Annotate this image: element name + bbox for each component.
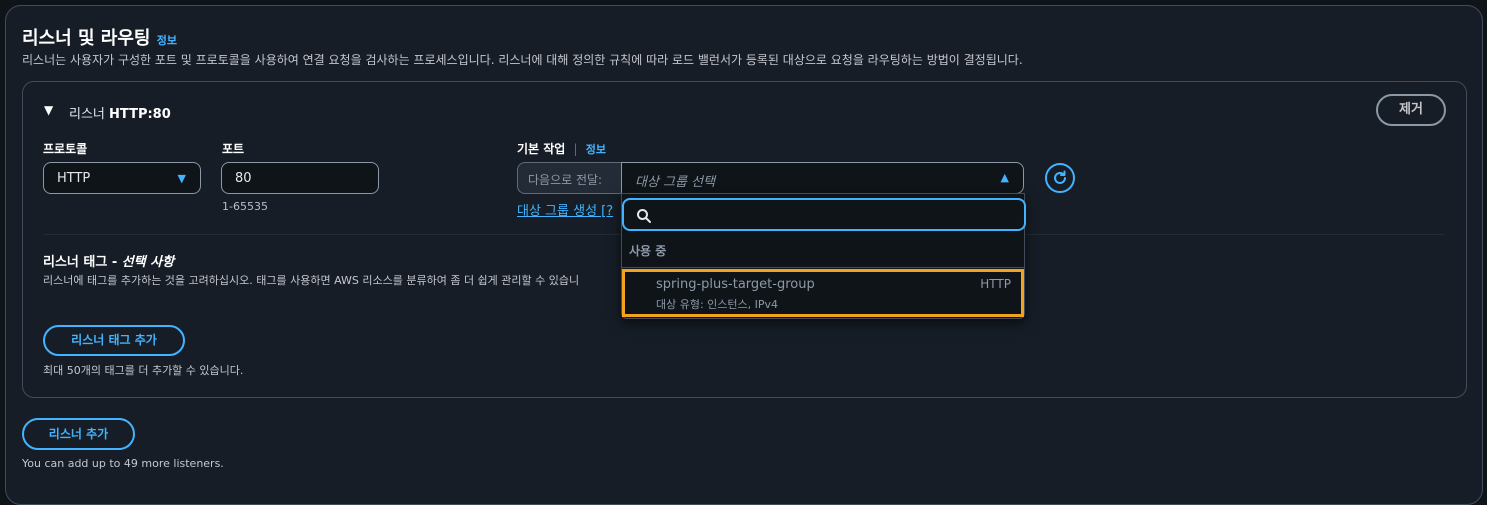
add-listener-button[interactable]: 리스너 추가 [22,418,135,450]
section-info-link[interactable]: 정보 [157,34,177,47]
forward-to-prefix: 다음으로 전달: [517,162,622,194]
refresh-icon [1054,170,1066,184]
forward-to-text: 다음으로 전달: [528,173,603,187]
dropdown-group-label: 사용 중 [629,244,667,258]
tags-title-main: 리스너 태그 - [43,255,122,270]
listener-tags-description: 리스너에 태그를 추가하는 것을 고려하십시오. 태그를 사용하면 AWS 리소… [43,274,580,287]
collapse-caret-icon[interactable]: ▼ [44,103,53,117]
label-separator: | [573,142,578,156]
caret-down-icon: ▼ [177,172,186,185]
target-group-placeholder: 대상 그룹 선택 [635,175,716,190]
port-input[interactable]: 80 [221,162,379,194]
target-group-option[interactable]: spring-plus-target-group 대상 유형: 인스턴스, IP… [622,269,1024,317]
listener-prefix: 리스너 [69,107,105,122]
listener-name: HTTP:80 [109,107,171,122]
create-target-group-link[interactable]: 대상 그룹 생성 [? [517,200,613,219]
listener-tags-title: 리스너 태그 - 선택 사항 [43,251,174,270]
tags-title-optional: 선택 사항 [121,255,175,270]
listeners-limit-text: You can add up to 49 more listeners. [22,457,224,470]
target-group-select[interactable]: 대상 그룹 선택 ▲ [621,162,1024,194]
target-group-dropdown: 사용 중 spring-plus-target-group 대상 유형: 인스턴… [621,193,1026,319]
protocol-value: HTTP [57,171,91,186]
target-group-option-meta: 대상 유형: 인스턴스, IPv4 [656,298,779,311]
add-listener-tag-button[interactable]: 리스너 태그 추가 [43,325,185,356]
caret-up-icon: ▲ [1000,171,1009,184]
section-title-text: 리스너 및 라우팅 [22,28,151,49]
refresh-button[interactable] [1045,163,1075,193]
port-label: 포트 [222,142,245,156]
target-group-option-name: spring-plus-target-group [656,277,815,292]
default-action-label: 기본 작업 | 정보 [517,140,606,157]
target-group-option-protocol: HTTP [980,277,1011,291]
port-value: 80 [235,171,252,186]
protocol-label: 프로토콜 [43,142,88,156]
default-action-label-text: 기본 작업 [517,142,566,156]
remove-listener-button[interactable]: 제거 [1376,94,1446,126]
port-hint: 1-65535 [222,200,268,213]
tags-limit-text: 최대 50개의 태그를 더 추가할 수 있습니다. [43,364,244,377]
section-title: 리스너 및 라우팅 정보 [22,24,177,50]
section-description: 리스너는 사용자가 구성한 포트 및 프로토콜을 사용하여 연결 요청을 검사하… [22,53,1023,67]
search-icon [637,209,651,223]
dropdown-separator [622,267,1024,268]
listener-header[interactable]: 리스너 HTTP:80 [69,103,171,122]
default-action-info-link[interactable]: 정보 [586,143,606,156]
protocol-select[interactable]: HTTP ▼ [43,162,201,194]
target-group-search-input[interactable] [622,198,1026,231]
